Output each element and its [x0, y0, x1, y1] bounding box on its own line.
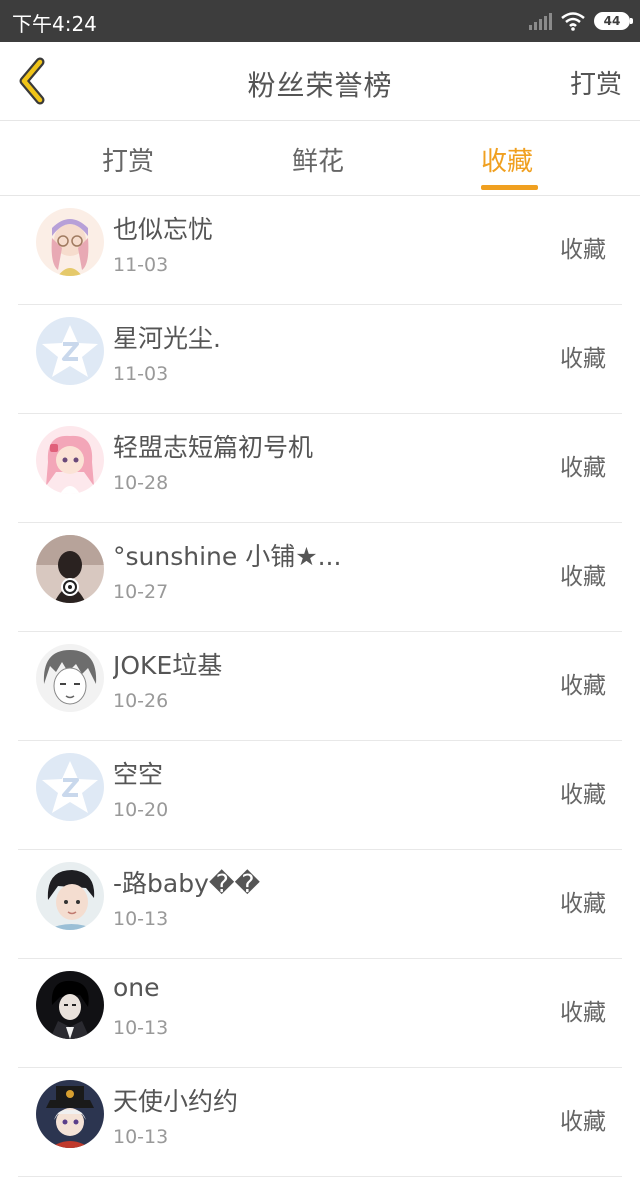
list-item[interactable]: 天使小约约 10-13 收藏 [18, 1068, 622, 1177]
favorite-tag: 收藏 [560, 237, 606, 263]
wifi-icon [561, 12, 585, 31]
list-item[interactable]: JOKE垃基 10-26 收藏 [18, 632, 622, 741]
tab-flowers[interactable]: 鲜花 [292, 141, 344, 178]
status-icons: 44 [529, 10, 633, 32]
favorite-tag: 收藏 [560, 564, 606, 590]
page-title: 粉丝荣誉榜 [247, 69, 393, 102]
favorite-tag: 收藏 [560, 782, 606, 808]
list-item[interactable]: 空空 10-20 收藏 [18, 741, 622, 850]
list-item[interactable]: 星河光尘. 11-03 收藏 [18, 305, 622, 414]
tab-favorites[interactable]: 收藏 [481, 141, 533, 178]
signal-icon [529, 12, 552, 30]
user-name: 星河光尘. [113, 324, 221, 353]
avatar [36, 862, 104, 930]
avatar [36, 535, 104, 603]
active-tab-indicator [481, 185, 538, 190]
user-name: 也似忘忧 [113, 215, 214, 244]
list-item[interactable]: 也似忘忧 11-03 收藏 [18, 196, 622, 305]
status-time: 下午4:24 [12, 12, 97, 36]
user-name: 空空 [113, 760, 164, 789]
list-item[interactable]: °sunshine 小铺★... 10-27 收藏 [18, 523, 622, 632]
favorite-tag: 收藏 [560, 673, 606, 699]
favorite-tag: 收藏 [560, 1000, 606, 1026]
avatar [36, 208, 104, 276]
user-name: JOKE垃基 [113, 651, 223, 680]
favorite-date: 10-20 [113, 799, 169, 821]
user-name: one [113, 973, 160, 1002]
status-bar: 下午4:24 44 [0, 0, 640, 42]
battery-icon: 44 [594, 12, 633, 30]
favorite-date: 10-27 [113, 581, 169, 603]
favorite-date: 10-13 [113, 1017, 169, 1039]
list-item[interactable]: -路baby�� 10-13 收藏 [18, 850, 622, 959]
favorite-tag: 收藏 [560, 891, 606, 917]
default-avatar-icon [36, 753, 104, 821]
tab-reward[interactable]: 打赏 [102, 141, 154, 178]
default-avatar-icon [36, 317, 104, 385]
fan-list: 也似忘忧 11-03 收藏 星河光尘. 11-03 收藏 轻盟志短篇初号机 10… [0, 196, 640, 1177]
favorite-date: 10-13 [113, 1126, 169, 1148]
avatar [36, 971, 104, 1039]
user-name: -路baby�� [113, 869, 261, 898]
tab-bar: 打赏 鲜花 收藏 [0, 121, 640, 196]
favorite-date: 10-26 [113, 690, 169, 712]
list-item[interactable]: 轻盟志短篇初号机 10-28 收藏 [18, 414, 622, 523]
user-name: °sunshine 小铺★... [113, 542, 342, 571]
battery-level: 44 [603, 14, 621, 28]
avatar [36, 426, 104, 494]
favorite-tag: 收藏 [560, 1109, 606, 1135]
favorite-date: 10-28 [113, 472, 169, 494]
user-name: 轻盟志短篇初号机 [113, 433, 314, 462]
favorite-date: 10-13 [113, 908, 169, 930]
favorite-tag: 收藏 [560, 455, 606, 481]
favorite-date: 11-03 [113, 363, 169, 385]
nav-bar: 粉丝荣誉榜 打赏 [0, 42, 640, 121]
favorite-date: 11-03 [113, 254, 169, 276]
avatar [36, 644, 104, 712]
reward-button[interactable]: 打赏 [570, 64, 622, 101]
favorite-tag: 收藏 [560, 346, 606, 372]
list-item[interactable]: one 10-13 收藏 [18, 959, 622, 1068]
user-name: 天使小约约 [113, 1087, 239, 1116]
